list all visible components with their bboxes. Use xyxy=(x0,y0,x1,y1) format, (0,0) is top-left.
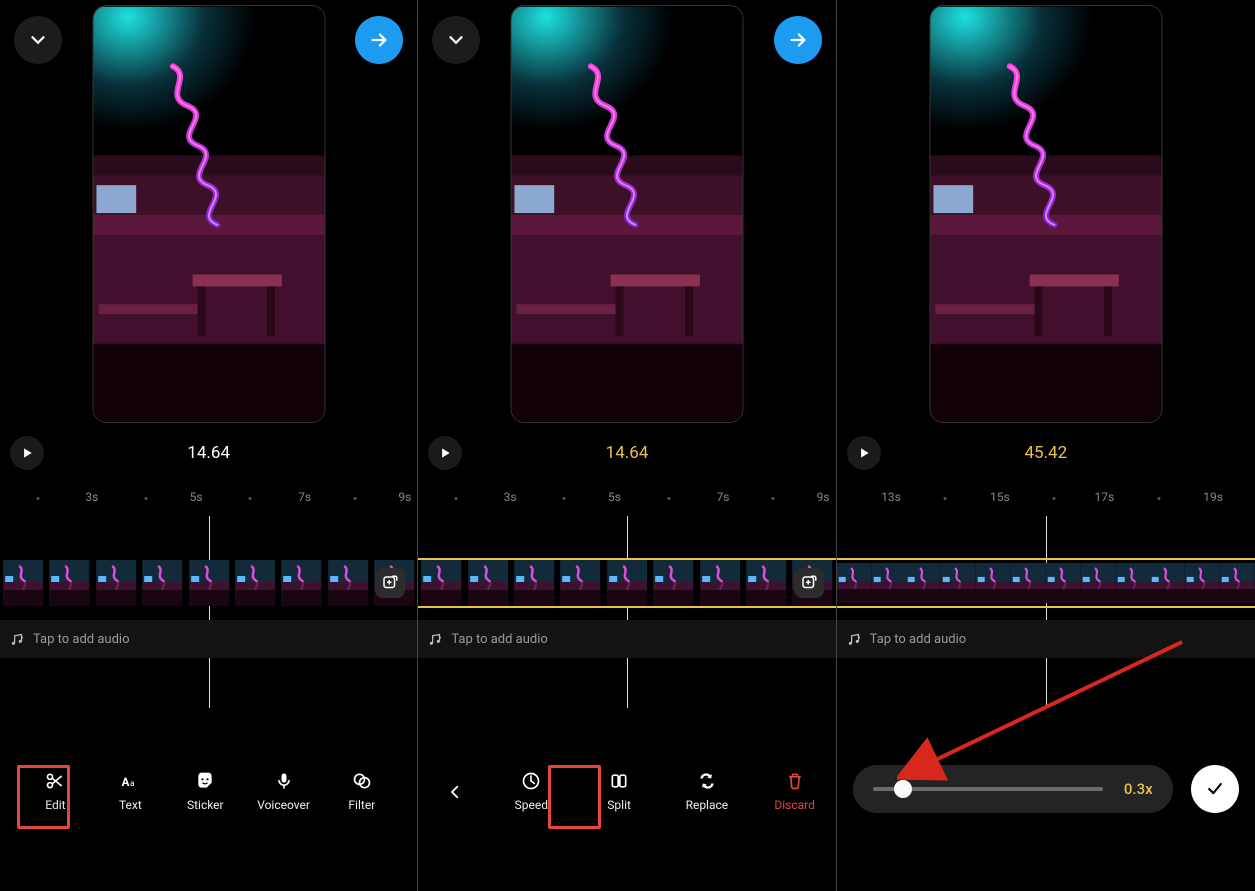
toolbar: Edit Aa Text Sticker Voiceover Filter xyxy=(0,761,417,821)
clip-strip[interactable] xyxy=(418,560,835,606)
add-audio-label: Tap to add audio xyxy=(33,632,130,647)
add-clip-button[interactable] xyxy=(375,568,405,598)
play-button[interactable] xyxy=(847,436,881,470)
add-audio-label: Tap to add audio xyxy=(451,632,548,647)
add-clip-button[interactable] xyxy=(794,568,824,598)
screen-edit: 14.64 3s 5s 7s 9s Tap to add audio xyxy=(0,0,418,891)
playhead[interactable] xyxy=(1046,516,1047,708)
speed-icon xyxy=(521,771,541,791)
next-button[interactable] xyxy=(355,16,403,64)
add-audio-row[interactable]: Tap to add audio xyxy=(0,620,417,658)
screen-speed-menu: 14.64 3s 5s 7s 9s Tap to add audio xyxy=(418,0,836,891)
video-preview[interactable] xyxy=(92,5,325,423)
music-note-icon xyxy=(427,632,442,647)
svg-text:a: a xyxy=(130,779,135,789)
play-button[interactable] xyxy=(10,436,44,470)
replace-icon xyxy=(697,771,717,791)
replace-tool[interactable]: Replace xyxy=(684,771,730,812)
svg-text:A: A xyxy=(122,775,130,789)
text-icon: Aa xyxy=(120,771,140,791)
timeline-ruler: 13s 15s 17s 19s xyxy=(837,490,1255,508)
video-preview[interactable] xyxy=(510,5,743,423)
sticker-tool[interactable]: Sticker xyxy=(182,771,228,812)
add-clip-icon xyxy=(381,574,399,592)
collapse-button[interactable] xyxy=(14,16,62,64)
filter-tool[interactable]: Filter xyxy=(339,771,385,812)
trash-icon xyxy=(785,771,805,791)
text-tool[interactable]: Aa Text xyxy=(107,771,153,812)
discard-tool[interactable]: Discard xyxy=(772,771,818,812)
speed-slider-knob[interactable] xyxy=(894,780,912,798)
clip-strip[interactable] xyxy=(837,560,1255,606)
edit-tool[interactable]: Edit xyxy=(32,771,78,812)
play-button[interactable] xyxy=(428,436,462,470)
video-preview[interactable] xyxy=(929,5,1162,423)
timeline-ruler: 3s 5s 7s 9s xyxy=(0,490,417,508)
speed-slider[interactable] xyxy=(873,787,1103,791)
add-audio-row[interactable]: Tap to add audio xyxy=(418,620,835,658)
timecode: 45.42 xyxy=(837,443,1255,463)
scissors-icon xyxy=(45,771,65,791)
arrow-right-icon xyxy=(368,29,390,51)
play-icon xyxy=(438,446,452,460)
filter-icon xyxy=(352,771,372,791)
confirm-button[interactable] xyxy=(1191,765,1239,813)
add-audio-label: Tap to add audio xyxy=(870,632,967,647)
arrow-right-icon xyxy=(787,29,809,51)
voiceover-tool[interactable]: Voiceover xyxy=(257,771,310,812)
speed-value: 0.3x xyxy=(1117,780,1153,798)
mic-icon xyxy=(274,771,294,791)
add-audio-row[interactable]: Tap to add audio xyxy=(837,620,1255,658)
speed-tool[interactable]: Speed xyxy=(508,771,554,812)
music-note-icon xyxy=(846,632,861,647)
chevron-down-icon xyxy=(27,29,49,51)
timecode: 14.64 xyxy=(0,443,417,463)
play-icon xyxy=(857,446,871,460)
split-icon xyxy=(609,771,629,791)
toolbar: Speed Split Replace Discard xyxy=(418,761,835,821)
next-button[interactable] xyxy=(774,16,822,64)
check-icon xyxy=(1205,779,1225,799)
play-icon xyxy=(20,446,34,460)
timeline-ruler: 3s 5s 7s 9s xyxy=(418,490,835,508)
playhead[interactable] xyxy=(209,516,210,708)
sticker-icon xyxy=(195,771,215,791)
split-tool[interactable]: Split xyxy=(596,771,642,812)
speed-slider-panel: 0.3x xyxy=(853,765,1173,813)
clip-strip[interactable] xyxy=(0,560,417,606)
timecode: 14.64 xyxy=(418,443,835,463)
collapse-button[interactable] xyxy=(432,16,480,64)
chevron-down-icon xyxy=(445,29,467,51)
add-clip-icon xyxy=(800,574,818,592)
screen-speed-slider: 45.42 13s 15s 17s 19s Tap to add audio xyxy=(837,0,1255,891)
playhead[interactable] xyxy=(627,516,628,708)
music-note-icon xyxy=(9,632,24,647)
